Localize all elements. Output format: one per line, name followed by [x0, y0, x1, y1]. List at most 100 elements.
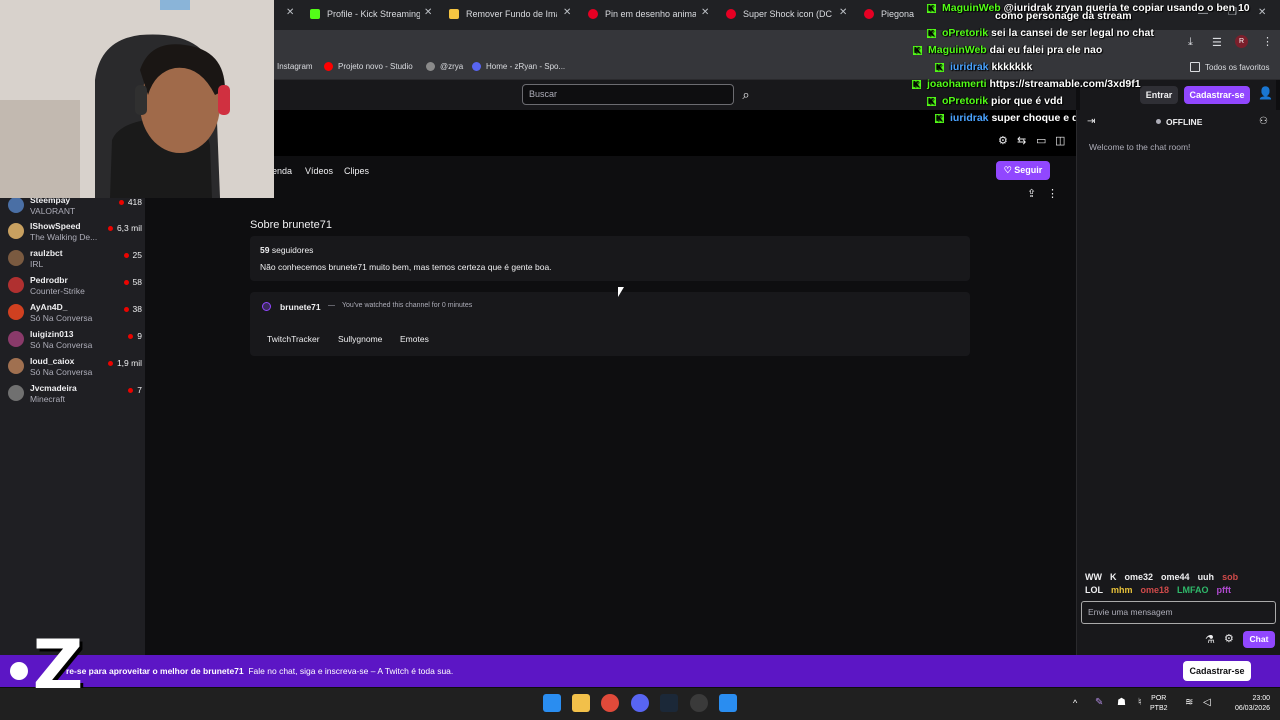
browser-tab[interactable]: Remover Fundo de Image — [449, 4, 557, 24]
chat-message: sei la cansei de ser legal no chat — [991, 27, 1154, 39]
windows-start-icon[interactable] — [543, 694, 561, 712]
tab-clips[interactable]: Clipes — [344, 166, 369, 176]
clip-icon[interactable]: ⇆ — [1017, 134, 1026, 147]
volume-icon[interactable]: ◁ — [1203, 697, 1211, 708]
window-close-icon[interactable]: ✕ — [1258, 7, 1266, 18]
kick-badge-icon: K — [913, 45, 922, 55]
banner-rest-text: Fale no chat, siga e inscreva-se – A Twi… — [248, 666, 454, 676]
panel-channel-name[interactable]: brunete71 — [280, 302, 321, 312]
followers-count: 59 seguidores — [260, 245, 313, 255]
chat-settings-icon[interactable]: ⚙ — [1224, 632, 1234, 645]
fullscreen-icon[interactable]: ◫ — [1055, 134, 1065, 147]
sidebar-channel[interactable]: loud_caiox Só Na Conversa 1,9 mil — [8, 356, 142, 382]
sidebar-channel[interactable]: AyAn4D_ Só Na Conversa 38 — [8, 302, 142, 328]
emote[interactable]: ome32 — [1125, 572, 1154, 582]
tray-chevron-icon[interactable]: ^ — [1073, 698, 1077, 708]
tab-agenda[interactable]: enda — [272, 166, 292, 176]
wifi-icon[interactable]: ≋ — [1185, 697, 1193, 708]
tab-videos[interactable]: Vídeos — [305, 166, 333, 176]
avatar — [8, 197, 24, 213]
settings-icon[interactable]: ⚙ — [998, 134, 1008, 147]
tab-close-icon[interactable]: ✕ — [286, 7, 294, 18]
spotify-icon — [472, 62, 481, 71]
notepad-icon[interactable] — [719, 694, 737, 712]
followers-label: seguidores — [271, 245, 314, 255]
chat-send-button[interactable]: Chat — [1243, 631, 1275, 648]
bookmark-item[interactable]: @zrya — [426, 62, 463, 71]
pinterest-icon — [726, 9, 736, 19]
discord-icon[interactable] — [631, 694, 649, 712]
all-bookmarks[interactable]: Todos os favoritos — [1190, 62, 1269, 72]
chat-username: iuridrak — [950, 112, 989, 124]
site-icon — [426, 62, 435, 71]
points-icon[interactable]: ⚗ — [1205, 633, 1215, 646]
more-vert-icon[interactable]: ⋮ — [1262, 35, 1273, 48]
bookmark-item[interactable]: Instagram — [277, 62, 313, 71]
emote[interactable]: sob — [1222, 572, 1238, 582]
bookmark-item[interactable]: Projeto novo - Studio — [324, 62, 413, 71]
browser-tab[interactable]: Super Shock icon (DC Co — [726, 4, 834, 24]
emote[interactable]: pfft — [1217, 585, 1232, 595]
search-input[interactable]: Buscar — [522, 84, 734, 105]
mic-icon[interactable]: ♮ — [1138, 697, 1142, 708]
steam-icon[interactable] — [660, 694, 678, 712]
extension-icon — [262, 302, 271, 311]
menu-list-icon[interactable]: ☰ — [1212, 36, 1222, 49]
sidebar-channel[interactable]: Pedrodbr Counter-Strike 58 — [8, 275, 142, 301]
community-icon[interactable]: ⚇ — [1259, 116, 1268, 127]
search-icon[interactable]: ⌕ — [735, 84, 757, 106]
browser-tab[interactable]: Pin em desenho animado — [588, 4, 696, 24]
more-options-icon[interactable]: ⋮ — [1047, 187, 1058, 200]
tab-label: Profile - Kick Streaming — [327, 9, 420, 19]
gamepad-icon[interactable]: ☗ — [1117, 697, 1126, 708]
share-icon[interactable]: ⇪ — [1027, 187, 1036, 200]
emote[interactable]: uuh — [1198, 572, 1215, 582]
browser-tab[interactable]: Profile - Kick Streaming — [310, 4, 420, 24]
tab-label: Pin em desenho animado — [605, 9, 696, 19]
clock-time: 23:00 — [1252, 695, 1270, 702]
tab-label: Remover Fundo de Image — [466, 9, 557, 19]
theatre-icon[interactable]: ▭ — [1036, 134, 1046, 147]
sidebar-channel[interactable]: Jvcmadeira Minecraft 7 — [8, 383, 142, 409]
sidebar-channel[interactable]: raulzbct IRL 25 — [8, 248, 142, 274]
followed-channels-sidebar: Steempay VALORANT 418 IShowSpeed The Walkin… — [0, 195, 145, 655]
chat-message-input[interactable]: Envie uma mensagem — [1081, 601, 1276, 624]
bookmark-item[interactable]: Home - zRyan - Spo... — [472, 62, 565, 71]
emote[interactable]: LMFAO — [1177, 585, 1209, 595]
emote[interactable]: K — [1110, 572, 1117, 582]
system-clock[interactable]: 23:00 06/03/2026 — [1232, 694, 1270, 714]
tab-close-icon[interactable]: ✕ — [424, 7, 432, 18]
sidebar-channel[interactable]: Steempay VALORANT 418 — [8, 195, 142, 221]
pen-icon[interactable]: ✎ — [1095, 697, 1103, 708]
collapse-chat-icon[interactable]: ⇥ — [1087, 116, 1095, 127]
link-emotes[interactable]: Emotes — [400, 334, 429, 344]
follow-button[interactable]: ♡ Seguir — [996, 161, 1050, 180]
emote[interactable]: WW — [1085, 572, 1102, 582]
emote[interactable]: mhm — [1111, 585, 1133, 595]
chrome-icon[interactable] — [601, 694, 619, 712]
sidebar-channel[interactable]: luigizin013 Só Na Conversa 9 — [8, 329, 142, 355]
webcam-overlay — [0, 0, 274, 198]
profile-avatar[interactable]: R — [1235, 35, 1248, 48]
link-twitchtracker[interactable]: TwitchTracker — [267, 334, 320, 344]
banner-signup-button[interactable]: Cadastrar-se — [1183, 661, 1251, 681]
user-icon[interactable]: 👤 — [1258, 86, 1273, 100]
link-sullygnome[interactable]: Sullygnome — [338, 334, 382, 344]
bookmark-label: Projeto novo - Studio — [338, 62, 413, 71]
emote[interactable]: ome18 — [1141, 585, 1170, 595]
language-indicator[interactable]: POR PTB2 — [1150, 694, 1168, 714]
channel-name: AyAn4D_ — [30, 302, 68, 312]
file-explorer-icon[interactable] — [572, 694, 590, 712]
sidebar-channel[interactable]: IShowSpeed The Walking De... 6,3 mil — [8, 221, 142, 247]
tab-close-icon[interactable]: ✕ — [701, 7, 709, 18]
kick-badge-icon: K — [927, 3, 936, 13]
obs-icon[interactable] — [690, 694, 708, 712]
emote[interactable]: ome44 — [1161, 572, 1190, 582]
tab-close-icon[interactable]: ✕ — [563, 7, 571, 18]
tab-close-icon[interactable]: ✕ — [839, 7, 847, 18]
emote[interactable]: LOL — [1085, 585, 1103, 595]
bookmark-label: Todos os favoritos — [1205, 62, 1270, 72]
viewer-count: 25 — [124, 250, 142, 260]
channel-name: Jvcmadeira — [30, 383, 77, 393]
emote-row: LOL mhm ome18 LMFAO pfft — [1085, 585, 1239, 595]
